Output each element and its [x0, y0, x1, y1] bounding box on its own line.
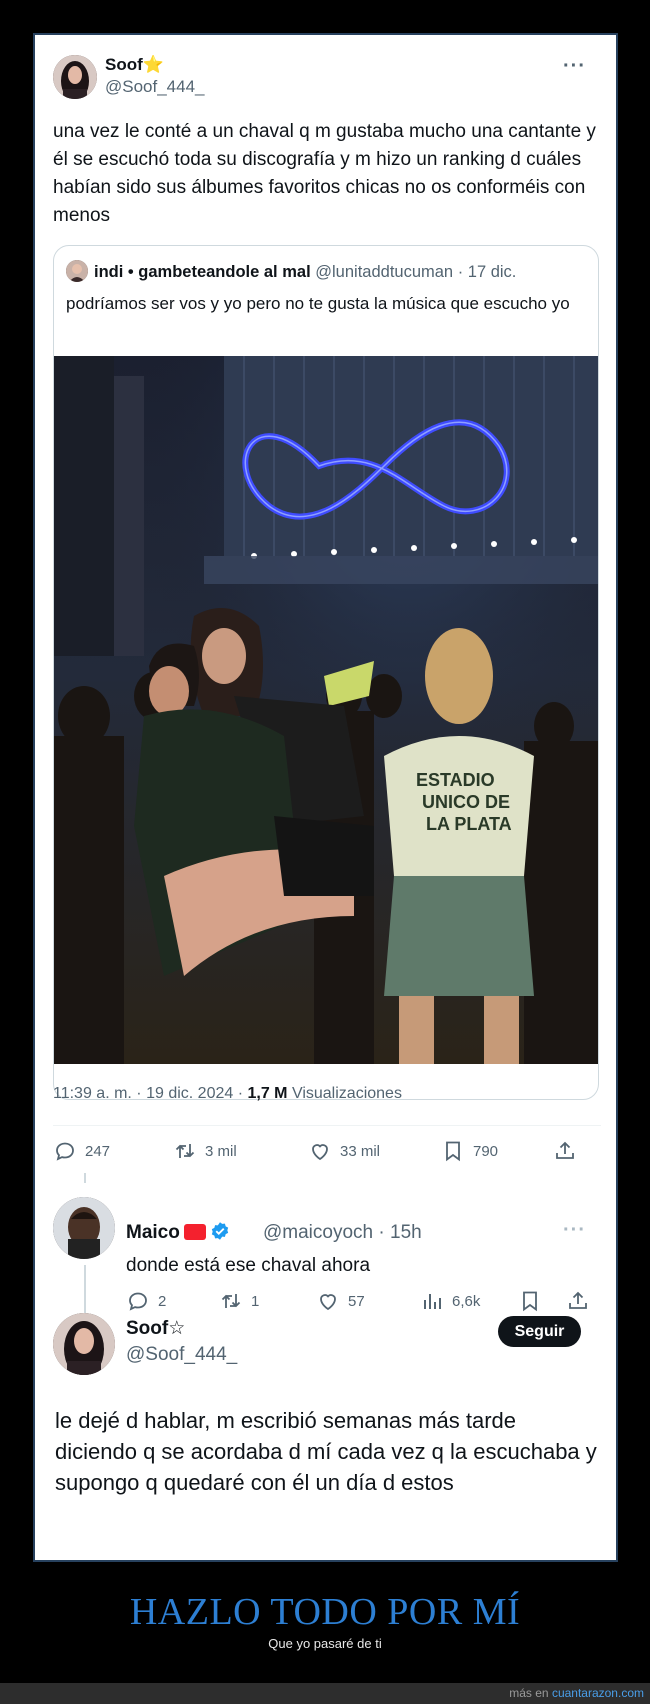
reply-icon — [126, 1289, 150, 1313]
reply-time: · 15h — [378, 1222, 422, 1243]
reply-reply-button[interactable]: 2 — [126, 1289, 166, 1313]
shirt-text-line-2: UNICO DE — [422, 792, 510, 812]
footer-credit: más en cuantarazon.com — [509, 1686, 644, 1700]
reply-share-button[interactable] — [566, 1289, 590, 1313]
footer-site-link[interactable]: cuantarazon.com — [552, 1686, 644, 1700]
quoted-tweet-time: · 17 dic. — [457, 263, 517, 281]
quoted-tweet-photo[interactable]: ESTADIO UNICO DE LA PLATA — [54, 356, 598, 1064]
response-author-avatar[interactable] — [53, 1313, 115, 1375]
quoted-author-handle: @lunitaddtucuman — [315, 263, 454, 281]
tweet-screenshot-card: Soof⭐ @Soof_444_ ··· una vez le conté a … — [33, 33, 618, 1562]
reply-more-icon[interactable]: ··· — [563, 1219, 586, 1242]
views-count: 1,7 M — [247, 1085, 288, 1102]
tweet-actions: 247 3 mil 33 mil 790 — [53, 1139, 601, 1165]
reply-reply-count: 2 — [158, 1292, 167, 1310]
quoted-tweet-text: podríamos ser vos y yo pero no te gusta … — [66, 294, 570, 313]
heart-icon — [308, 1139, 332, 1163]
shirt-text-line-1: ESTADIO — [416, 770, 495, 790]
reply-retweet-button[interactable]: 1 — [219, 1289, 259, 1313]
tweet-timestamp[interactable]: 11:39 a. m. · 19 dic. 2024 · — [53, 1085, 247, 1102]
quoted-tweet[interactable]: indi • gambeteandole al mal @lunitaddtuc… — [53, 245, 599, 1100]
reply-text: donde está ese chaval ahora — [126, 1255, 371, 1276]
like-button[interactable]: 33 mil — [308, 1139, 380, 1163]
reply-views-count: 6,6k — [452, 1292, 481, 1310]
quoted-author-avatar — [66, 260, 88, 282]
divider — [53, 1125, 601, 1126]
caption-subtitle: Que yo pasaré de ti — [268, 1636, 382, 1651]
share-icon — [566, 1289, 590, 1313]
reply-views-button[interactable]: 6,6k — [420, 1289, 480, 1313]
reply-button[interactable]: 247 — [53, 1139, 110, 1163]
response-text: le dejé d hablar, m escribió semanas más… — [55, 1408, 597, 1495]
shirt-text-line-3: LA PLATA — [426, 814, 512, 834]
bookmark-count: 790 — [473, 1142, 499, 1160]
quoted-tweet-header: indi • gambeteandole al mal @lunitaddtuc… — [66, 260, 516, 282]
retweet-button[interactable]: 3 mil — [173, 1139, 237, 1163]
footer-bar: más en cuantarazon.com — [0, 1683, 650, 1704]
retweet-icon — [173, 1139, 197, 1163]
reply-author-meta: @maicoyoch · 15h — [263, 1222, 422, 1244]
bookmark-button[interactable]: 790 — [441, 1139, 498, 1163]
footer-prefix: más en — [509, 1686, 552, 1700]
reply-icon — [53, 1139, 77, 1163]
response-author-name[interactable]: Soof☆ — [126, 1317, 185, 1340]
tweet-text: una vez le conté a un chaval q m gustaba… — [53, 121, 596, 226]
analytics-icon — [420, 1289, 444, 1313]
author-name[interactable]: Soof⭐ — [105, 55, 164, 75]
thread-line — [84, 1173, 86, 1183]
author-handle[interactable]: @Soof_444_ — [105, 77, 205, 97]
reply-bookmark-button[interactable] — [518, 1289, 542, 1313]
reply-author-handle[interactable]: @maicoyoch — [263, 1222, 373, 1243]
tweet-meta: 11:39 a. m. · 19 dic. 2024 · 1,7 M Visua… — [53, 1085, 402, 1103]
reply-author-name[interactable]: Maico — [126, 1221, 230, 1247]
response-author-handle[interactable]: @Soof_444_ — [126, 1344, 237, 1366]
reply-like-button[interactable]: 57 — [316, 1289, 365, 1313]
share-icon — [553, 1139, 577, 1163]
reply-count: 247 — [85, 1142, 111, 1160]
quoted-author-name: indi • gambeteandole al mal — [94, 263, 311, 281]
reply-author-avatar[interactable] — [53, 1197, 115, 1259]
reply-retweet-count: 1 — [251, 1292, 260, 1310]
retweet-icon — [219, 1289, 243, 1313]
caption-title: HAZLO TODO POR MÍ — [129, 1591, 521, 1633]
bookmark-icon — [518, 1289, 542, 1313]
views-label: Visualizaciones — [287, 1085, 402, 1102]
reply-actions: 2 1 57 6,6k — [126, 1289, 596, 1315]
ticket-badge-icon — [183, 1224, 206, 1240]
like-count: 33 mil — [340, 1142, 381, 1160]
bookmark-icon — [441, 1139, 465, 1163]
verified-badge-icon — [210, 1221, 230, 1247]
more-icon[interactable]: ··· — [563, 55, 586, 78]
reply-like-count: 57 — [348, 1292, 365, 1310]
share-button[interactable] — [553, 1139, 577, 1163]
follow-button[interactable]: Seguir — [498, 1316, 581, 1347]
heart-icon — [316, 1289, 340, 1313]
retweet-count: 3 mil — [205, 1142, 237, 1160]
author-avatar[interactable] — [53, 55, 97, 99]
